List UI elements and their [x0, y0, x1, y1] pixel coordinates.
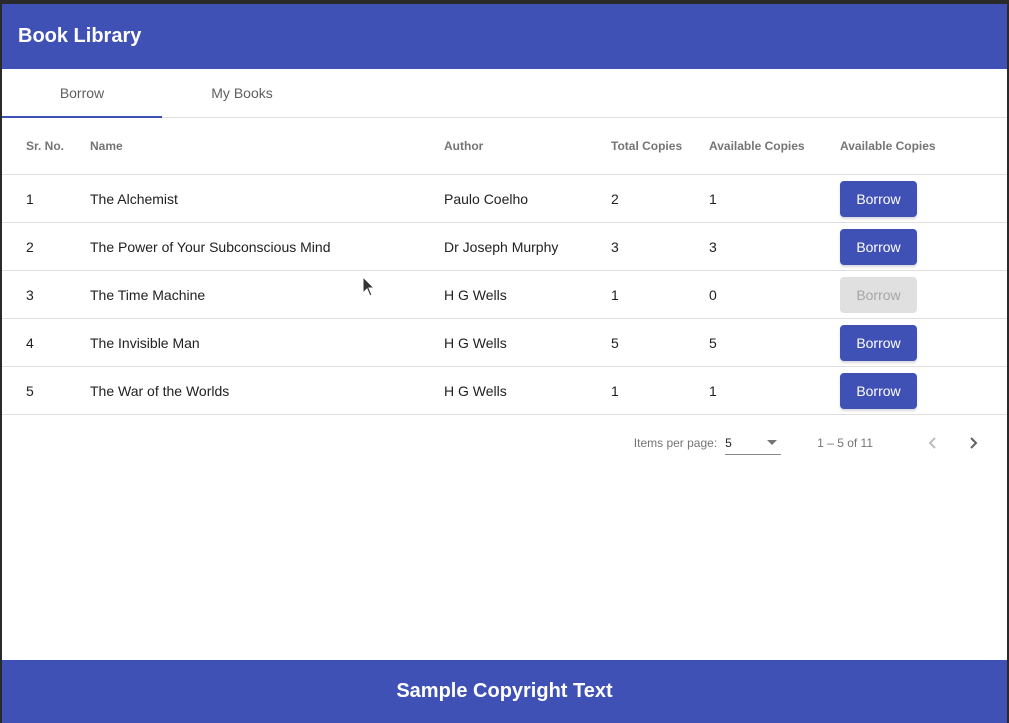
header-name: Name	[90, 118, 444, 175]
tab-borrow[interactable]: Borrow	[2, 69, 162, 118]
borrow-button-disabled: Borrow	[840, 276, 917, 313]
books-table: Sr. No. Name Author Total Copies Availab…	[2, 118, 1007, 415]
mouse-cursor-icon	[362, 276, 376, 297]
cell-total-copies: 1	[611, 270, 709, 319]
borrow-button[interactable]: Borrow	[840, 324, 917, 361]
header-sr-no: Sr. No.	[2, 118, 90, 175]
items-per-page-value: 5	[725, 435, 732, 450]
cell-available-copies: 5	[709, 318, 840, 367]
cell-total-copies: 2	[611, 174, 709, 223]
dropdown-arrow-icon	[767, 440, 778, 445]
cell-available-copies: 0	[709, 270, 840, 319]
cell-action: Borrow	[840, 222, 1007, 271]
tab-borrow-label: Borrow	[59, 85, 105, 101]
cell-sr-no: 1	[2, 174, 90, 223]
cell-name: The War of the Worlds	[90, 366, 444, 415]
tab-my-books[interactable]: My Books	[162, 69, 322, 117]
items-per-page-label: Items per page:	[633, 436, 718, 450]
borrow-button[interactable]: Borrow	[840, 372, 917, 409]
header-action: Available Copies	[840, 118, 1007, 175]
cell-action: Borrow	[840, 366, 1007, 415]
cell-author: H G Wells	[444, 318, 611, 367]
cell-name: The Invisible Man	[90, 318, 444, 367]
borrow-button[interactable]: Borrow	[840, 228, 917, 265]
cell-sr-no: 5	[2, 366, 90, 415]
cell-name: The Alchemist	[90, 174, 444, 223]
tab-my-books-label: My Books	[211, 85, 273, 101]
borrow-button[interactable]: Borrow	[840, 180, 917, 217]
items-per-page-select[interactable]: 5	[725, 431, 782, 455]
chevron-right-icon	[970, 437, 978, 449]
header-author: Author	[444, 118, 611, 175]
page-range-label: 1 – 5 of 11	[817, 436, 873, 450]
table-row: 3 The Time Machine H G Wells 1 0 Borrow	[2, 270, 1007, 319]
app-window: Book Library Borrow My Books Sr. No. Nam…	[2, 4, 1007, 723]
header-total-copies: Total Copies	[611, 118, 709, 175]
cell-author: Paulo Coelho	[444, 174, 611, 223]
cell-sr-no: 3	[2, 270, 90, 319]
cell-action: Borrow	[840, 318, 1007, 367]
table-row: 1 The Alchemist Paulo Coelho 2 1 Borrow	[2, 174, 1007, 223]
cell-available-copies: 3	[709, 222, 840, 271]
cell-available-copies: 1	[709, 174, 840, 223]
chevron-left-icon	[928, 437, 936, 449]
cell-author: H G Wells	[444, 270, 611, 319]
header-available-copies: Available Copies	[709, 118, 840, 175]
paginator: Items per page: 5 1 – 5 of 11	[2, 415, 1007, 471]
table-row: 2 The Power of Your Subconscious Mind Dr…	[2, 222, 1007, 271]
next-page-button[interactable]	[953, 423, 993, 463]
cell-available-copies: 1	[709, 366, 840, 415]
cell-author: Dr Joseph Murphy	[444, 222, 611, 271]
cell-name: The Power of Your Subconscious Mind	[90, 222, 444, 271]
cell-author: H G Wells	[444, 366, 611, 415]
previous-page-button[interactable]	[913, 423, 953, 463]
cell-name: The Time Machine	[90, 270, 444, 319]
copyright-text: Sample Copyright Text	[396, 680, 613, 702]
cell-total-copies: 1	[611, 366, 709, 415]
app-toolbar: Book Library	[2, 4, 1007, 69]
footer: Sample Copyright Text	[2, 660, 1007, 723]
cell-sr-no: 2	[2, 222, 90, 271]
cell-total-copies: 3	[611, 222, 709, 271]
cell-action: Borrow	[840, 270, 1007, 319]
app-title: Book Library	[18, 25, 142, 47]
tab-bar: Borrow My Books	[2, 69, 1007, 118]
table-row: 4 The Invisible Man H G Wells 5 5 Borrow	[2, 318, 1007, 367]
table-row: 5 The War of the Worlds H G Wells 1 1 Bo…	[2, 366, 1007, 415]
cell-total-copies: 5	[611, 318, 709, 367]
cell-sr-no: 4	[2, 318, 90, 367]
table-header-row: Sr. No. Name Author Total Copies Availab…	[2, 118, 1007, 175]
cell-action: Borrow	[840, 174, 1007, 223]
